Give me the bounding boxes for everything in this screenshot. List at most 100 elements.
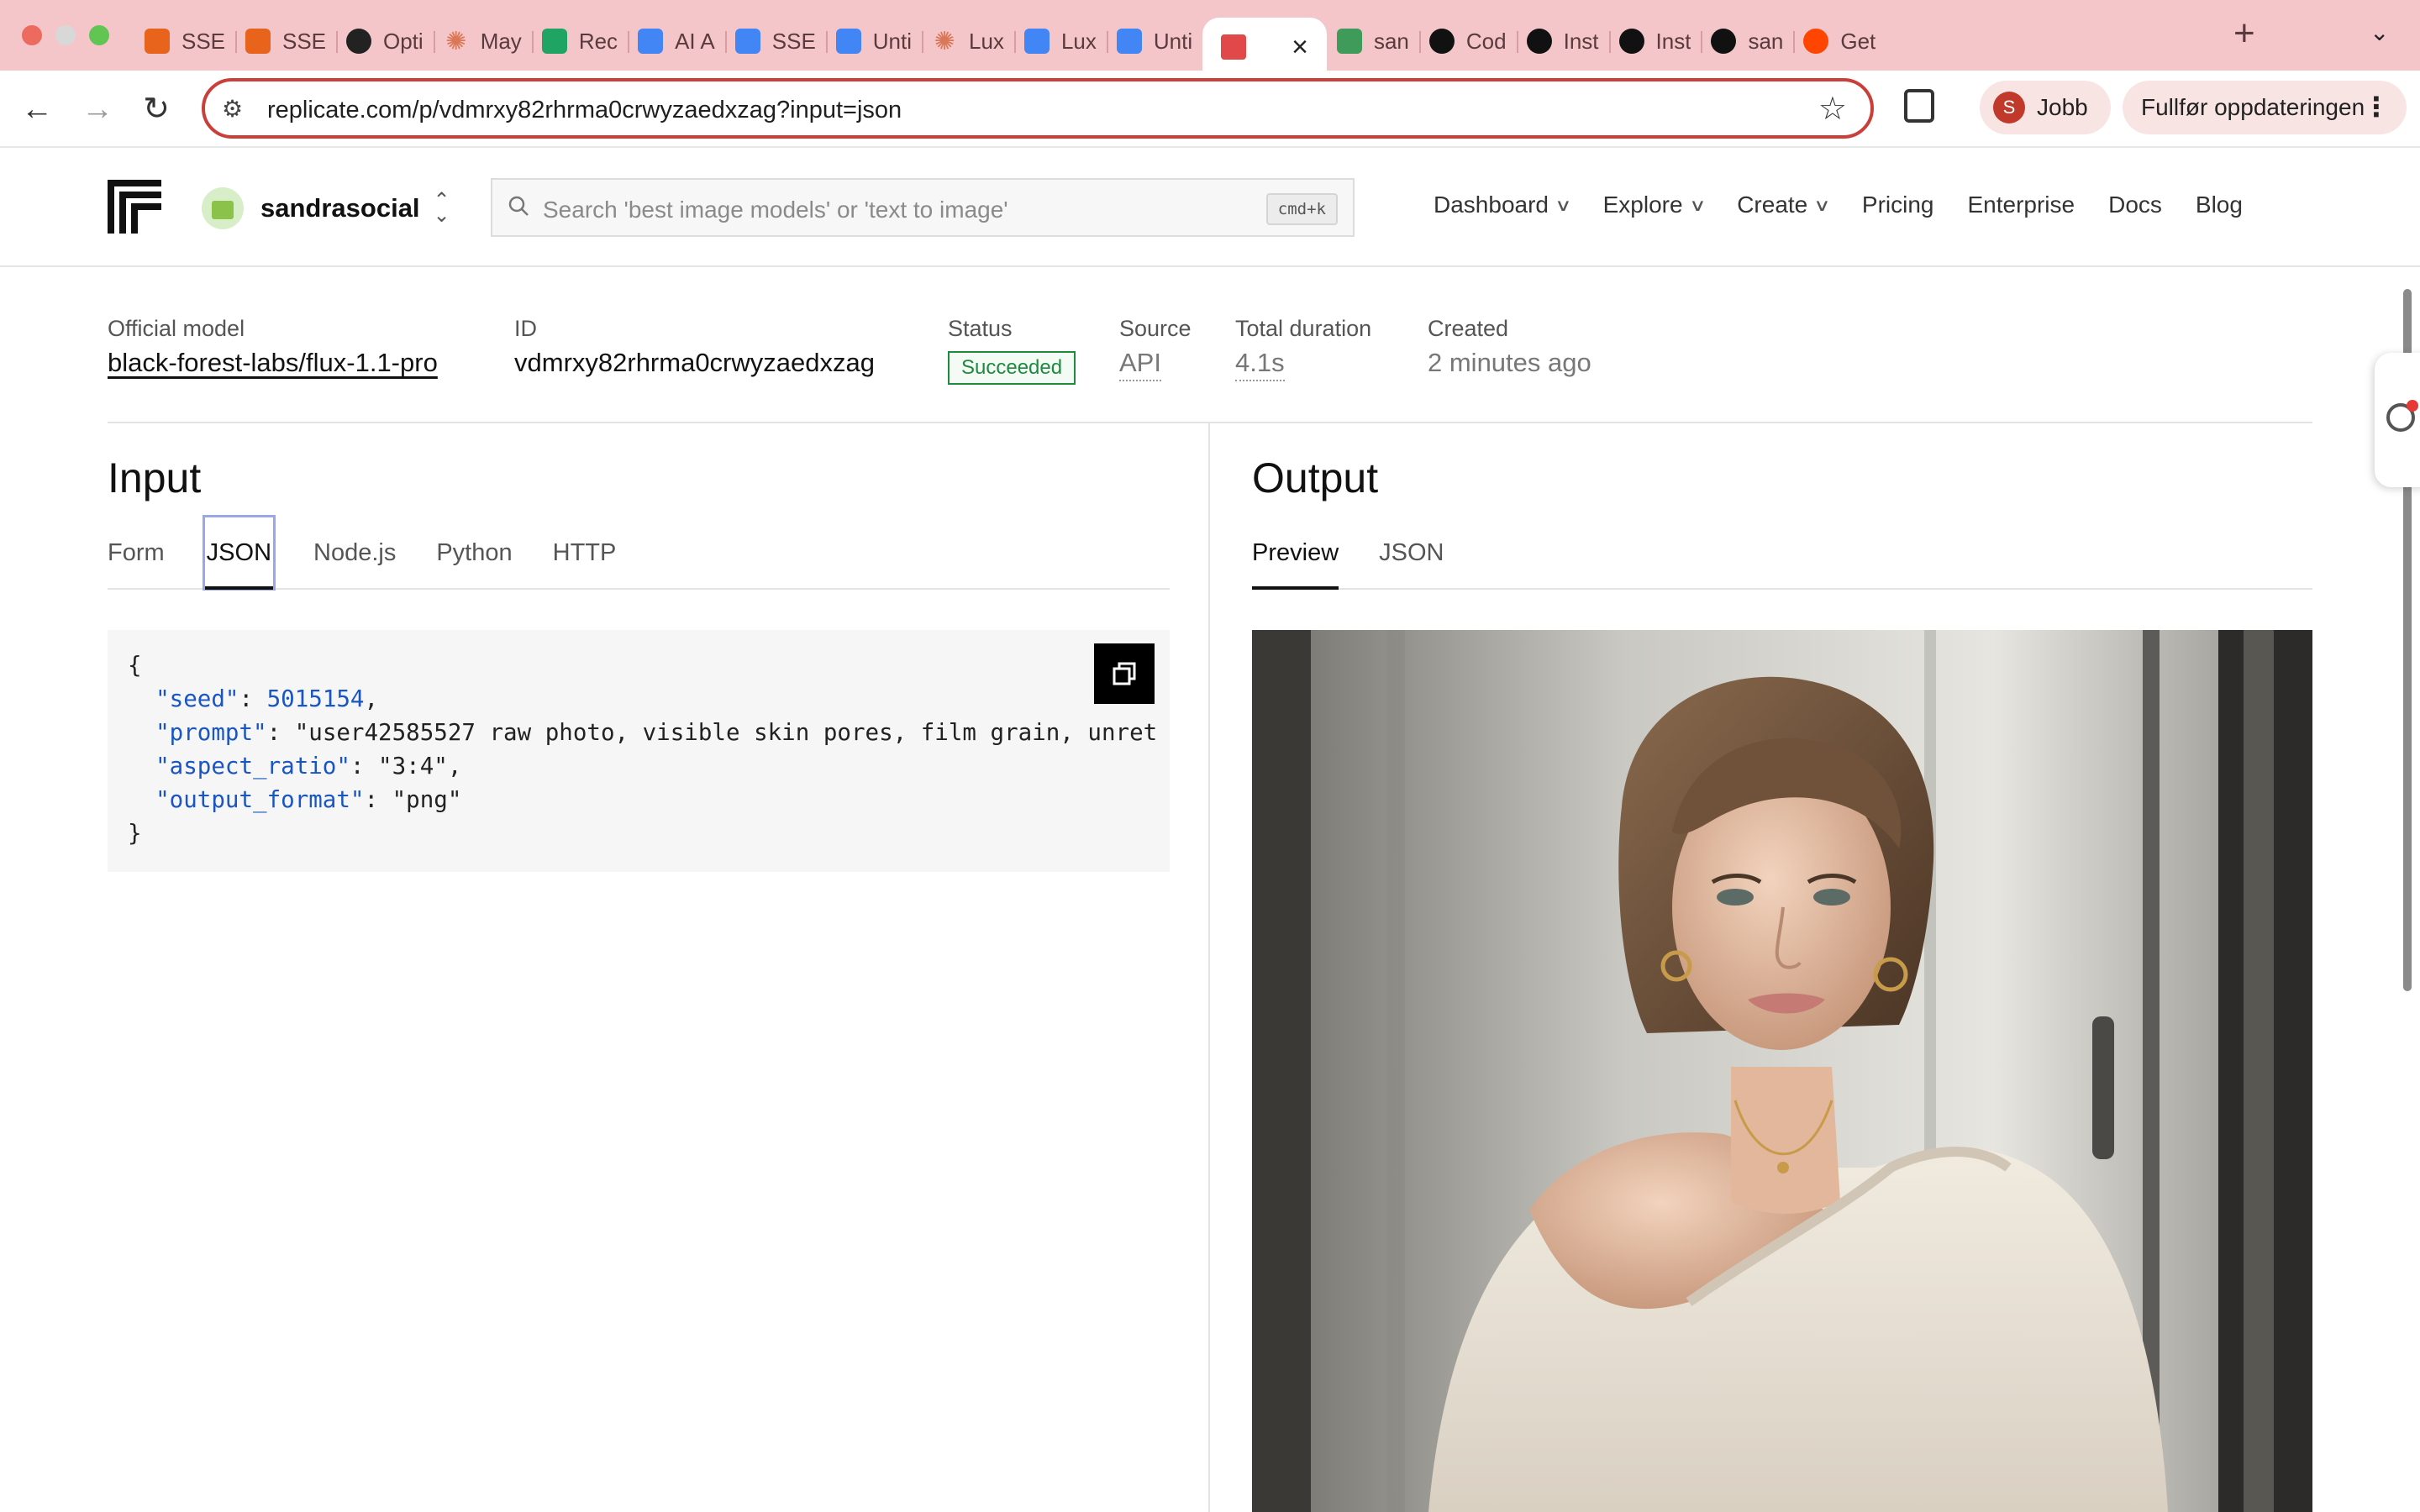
browser-tab[interactable]: Unti [1106, 18, 1202, 65]
copy-button[interactable] [1094, 643, 1155, 704]
replicate-logo-icon[interactable] [108, 180, 161, 234]
browser-tab-strip: SSE SSE Opti ✺ May Rec AI A SSE Unti ✺ Lux Lux Unti ×… [0, 0, 2420, 76]
search-icon [508, 196, 529, 216]
json-comma: , [447, 753, 462, 780]
browser-tab[interactable]: ✺ May [433, 18, 532, 65]
tab-input-http[interactable]: HTTP [553, 517, 617, 588]
json-key: "aspect_ratio" [155, 753, 350, 780]
duration-value[interactable]: 4.1s [1235, 348, 1285, 381]
browser-tab-label: SSE [182, 28, 225, 54]
browser-tab-label: Lux [969, 28, 1004, 54]
output-image[interactable] [1252, 630, 2312, 1512]
tab-search-chevron-icon[interactable]: ⌄ [2370, 18, 2389, 46]
browser-tab[interactable]: san [1701, 18, 1793, 65]
kebab-menu-icon[interactable]: ⋮ [2363, 91, 2390, 123]
browser-tab-label: May [480, 28, 522, 54]
browser-tab[interactable]: Rec [531, 18, 628, 65]
nav-create[interactable]: Create ∨ [1737, 192, 1831, 218]
browser-tab[interactable]: Lux [1013, 18, 1107, 65]
nav-docs[interactable]: Docs [2108, 192, 2162, 218]
status-badge: Succeeded [948, 351, 1076, 385]
nav-dashboard[interactable]: Dashboard ∨ [1434, 192, 1572, 218]
browser-tab[interactable]: SSE [724, 18, 826, 65]
search-input[interactable]: Search 'best image models' or 'text to i… [491, 178, 1355, 237]
orange-blocks-icon [245, 29, 271, 54]
browser-tab[interactable]: AI A [628, 18, 725, 65]
browser-tab-label: san [1748, 28, 1784, 54]
forward-arrow-icon[interactable]: → [77, 89, 118, 129]
google-docs-icon [835, 29, 861, 54]
source-value[interactable]: API [1119, 348, 1161, 381]
prediction-metadata: Official model black-forest-labs/flux-1.… [108, 316, 2312, 393]
tab-output-json[interactable]: JSON [1379, 517, 1444, 588]
account-switcher[interactable]: sandrasocial ⌃ ⌄ [202, 185, 450, 232]
tab-input-json[interactable]: JSON [202, 515, 276, 591]
nav-label: Pricing [1861, 192, 1934, 218]
nav-explore[interactable]: Explore ∨ [1602, 192, 1707, 218]
floating-extension-widget[interactable] [2375, 353, 2420, 487]
bookmark-star-icon[interactable]: ☆ [1818, 90, 1847, 128]
browser-tab[interactable]: SSE [134, 18, 235, 65]
browser-tab[interactable]: Get [1793, 18, 1886, 65]
reload-icon[interactable]: ↻ [136, 89, 176, 129]
extensions-puzzle-icon[interactable] [1904, 89, 1934, 123]
google-docs-icon [734, 29, 760, 54]
chevron-up-down-icon: ⌃ ⌄ [433, 189, 450, 227]
new-tab-button[interactable]: + [2233, 15, 2255, 52]
nav-enterprise[interactable]: Enterprise [1967, 192, 2075, 218]
metadata-divider [108, 422, 2312, 423]
window-close-button[interactable] [22, 25, 42, 45]
json-close-brace: } [128, 820, 142, 847]
browser-tab[interactable]: Opti [336, 18, 434, 65]
tab-input-nodejs[interactable]: Node.js [313, 517, 396, 588]
browser-tab-label: SSE [771, 28, 816, 54]
browser-tab[interactable]: × [1202, 18, 1327, 76]
browser-tab-label: Opti [383, 28, 424, 54]
nav-blog[interactable]: Blog [2196, 192, 2243, 218]
orange-blocks-icon [145, 29, 170, 54]
profile-button[interactable]: S Jobb [1980, 81, 2111, 134]
duration-label: Total duration [1235, 316, 1372, 341]
json-comma: , [364, 685, 379, 712]
browser-tab[interactable]: Inst [1608, 18, 1702, 65]
json-open-brace: { [128, 652, 142, 679]
close-tab-icon[interactable]: × [1292, 31, 1308, 64]
id-field: ID vdmrxy82rhrma0crwyzaedxzag [514, 316, 875, 378]
browser-tab[interactable]: SSE [235, 18, 336, 65]
window-minimize-button[interactable] [55, 25, 76, 45]
output-title: Output [1252, 454, 1379, 501]
account-name: sandrasocial [260, 193, 420, 223]
url-text[interactable]: replicate.com/p/vdmrxy82rhrma0crwyzaedxz… [267, 97, 902, 124]
nav-label: Explore [1602, 192, 1683, 218]
browser-tab[interactable]: san [1327, 18, 1419, 65]
tab-input-form[interactable]: Form [108, 517, 165, 588]
claude-asterisk-icon: ✺ [934, 27, 955, 55]
site-info-icon[interactable]: ⚙ [222, 95, 243, 123]
notification-dot [2407, 400, 2418, 412]
browser-tab[interactable]: Inst [1516, 18, 1609, 65]
source-field: Source API [1119, 316, 1192, 381]
update-button[interactable]: Fullfør oppdateringen ⋮ [2123, 81, 2407, 134]
replicate-icon [1221, 34, 1247, 60]
browser-tab[interactable]: Cod [1418, 18, 1517, 65]
copy-icon [1113, 662, 1136, 685]
update-label: Fullfør oppdateringen [2141, 94, 2365, 120]
json-code-block[interactable]: { "seed": 5015154, "prompt": "user425855… [108, 630, 1170, 872]
browser-tab-label: SSE [282, 28, 326, 54]
duration-field: Total duration 4.1s [1235, 316, 1371, 381]
browser-tab[interactable]: ✺ Lux [922, 18, 1014, 65]
id-label: ID [514, 316, 537, 341]
json-key: "seed" [155, 685, 239, 712]
nav-pricing[interactable]: Pricing [1862, 192, 1934, 218]
tab-input-python[interactable]: Python [436, 517, 512, 588]
browser-tab[interactable]: Unti [825, 18, 922, 65]
back-arrow-icon[interactable]: ← [17, 89, 57, 129]
claude-asterisk-icon: ✺ [445, 27, 467, 55]
window-maximize-button[interactable] [89, 25, 109, 45]
address-bar[interactable]: ⚙ replicate.com/p/vdmrxy82rhrma0crwyzaed… [202, 78, 1874, 139]
browser-toolbar: ← → ↻ ⚙ replicate.com/p/vdmrxy82rhrma0cr… [0, 71, 2420, 148]
model-field: Official model black-forest-labs/flux-1.… [108, 316, 438, 378]
github-icon [1526, 29, 1552, 54]
model-link[interactable]: black-forest-labs/flux-1.1-pro [108, 348, 438, 378]
tab-output-preview[interactable]: Preview [1252, 517, 1339, 590]
